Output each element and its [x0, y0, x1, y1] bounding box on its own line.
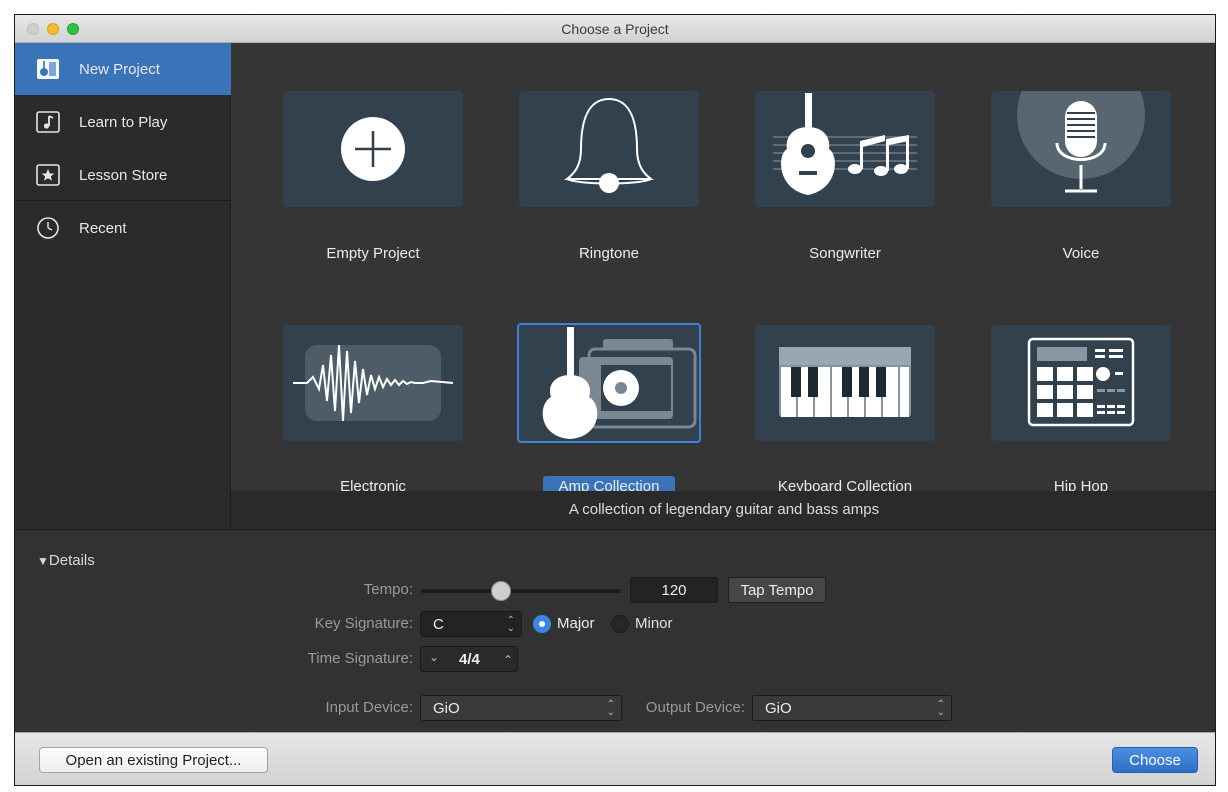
input-device-value: GiO [433, 700, 460, 717]
template-browser: Empty Project Ringtone Songwriter Voice … [231, 43, 1215, 529]
minor-label: Minor [635, 615, 673, 632]
new-project-icon [37, 59, 59, 79]
bell-icon [564, 97, 654, 193]
microphone-icon [1017, 91, 1145, 193]
minor-radio[interactable] [611, 615, 629, 633]
sidebar-item-recent[interactable]: Recent [15, 202, 231, 254]
details-panel: ▼Details Tempo: 120 Tap Tempo Key Signat… [15, 529, 1215, 732]
clock-icon [37, 217, 59, 239]
sidebar-item-label: Lesson Store [79, 166, 168, 184]
guitar-notes-icon [773, 93, 917, 195]
waveform-icon [293, 344, 454, 422]
template-label: Ringtone [578, 245, 640, 262]
time-signature-label: Time Signature: [307, 650, 413, 667]
template-label: Songwriter [809, 245, 881, 262]
sidebar-item-label: Learn to Play [79, 113, 168, 131]
output-device-select[interactable]: GiO ⌃ ⌄ [752, 695, 952, 721]
chevron-up-down-icon: ⌃ ⌄ [936, 699, 945, 718]
choose-button[interactable]: Choose [1112, 747, 1198, 773]
template-label: Empty Project [326, 245, 420, 262]
template-keyboard-collection[interactable] [755, 325, 935, 441]
chevron-up-down-icon: ⌃ ⌄ [506, 615, 515, 634]
sidebar-item-label: New Project [79, 60, 160, 78]
tempo-value-field[interactable]: 120 [630, 577, 718, 603]
key-signature-label: Key Signature: [314, 615, 413, 632]
plus-icon [341, 117, 405, 181]
tempo-slider[interactable] [421, 589, 621, 593]
tempo-slider-thumb[interactable] [491, 581, 511, 601]
star-icon [36, 164, 60, 186]
tempo-label: Tempo: [363, 581, 413, 598]
input-device-select[interactable]: GiO ⌃ ⌄ [420, 695, 622, 721]
sidebar-item-learn-to-play[interactable]: Learn to Play [15, 96, 231, 148]
tap-tempo-button[interactable]: Tap Tempo [728, 577, 826, 603]
footer-bar: Open an existing Project... Choose [15, 732, 1215, 785]
output-device-value: GiO [765, 700, 792, 717]
major-label: Major [557, 615, 595, 632]
choose-project-window: Choose a Project New Project Learn to Pl… [14, 14, 1216, 786]
output-device-label: Output Device: [645, 699, 745, 716]
major-radio[interactable] [533, 615, 551, 633]
chevron-down-icon[interactable]: ⌄ [429, 650, 439, 664]
music-note-icon [36, 111, 60, 133]
window-title: Choose a Project [561, 21, 669, 37]
open-existing-project-button[interactable]: Open an existing Project... [39, 747, 268, 773]
template-description: A collection of legendary guitar and bas… [231, 491, 1215, 529]
details-toggle-label: Details [48, 552, 95, 569]
keyboard-icon [779, 347, 911, 417]
details-disclosure[interactable]: ▼Details [37, 552, 95, 569]
key-signature-value: C [433, 616, 444, 633]
chevron-up-icon[interactable]: ⌃ [503, 653, 513, 667]
input-device-label: Input Device: [325, 699, 413, 716]
title-bar: Choose a Project [15, 15, 1215, 43]
template-hip-hop[interactable] [991, 325, 1171, 441]
time-signature-stepper[interactable]: ⌄ 4/4 ⌃ [420, 646, 518, 672]
template-amp-collection[interactable] [517, 323, 701, 443]
key-signature-select[interactable]: C ⌃ ⌄ [420, 611, 522, 637]
disclosure-triangle-icon: ▼ [37, 554, 49, 568]
sidebar: New Project Learn to Play Lesson Store R… [15, 43, 231, 529]
sidebar-item-label: Recent [79, 219, 127, 237]
chevron-up-down-icon: ⌃ ⌄ [606, 699, 615, 718]
template-songwriter[interactable] [755, 91, 935, 207]
guitar-amp-icon [542, 327, 697, 439]
template-empty-project[interactable] [283, 91, 463, 207]
template-ringtone[interactable] [519, 91, 699, 207]
sidebar-item-lesson-store[interactable]: Lesson Store [15, 149, 231, 201]
template-voice[interactable] [991, 91, 1171, 207]
drum-machine-icon [1027, 337, 1135, 427]
template-label: Voice [1062, 245, 1100, 262]
sidebar-divider [15, 200, 231, 201]
template-electronic[interactable] [283, 325, 463, 441]
sidebar-item-new-project[interactable]: New Project [15, 43, 231, 95]
time-signature-value: 4/4 [459, 651, 480, 668]
